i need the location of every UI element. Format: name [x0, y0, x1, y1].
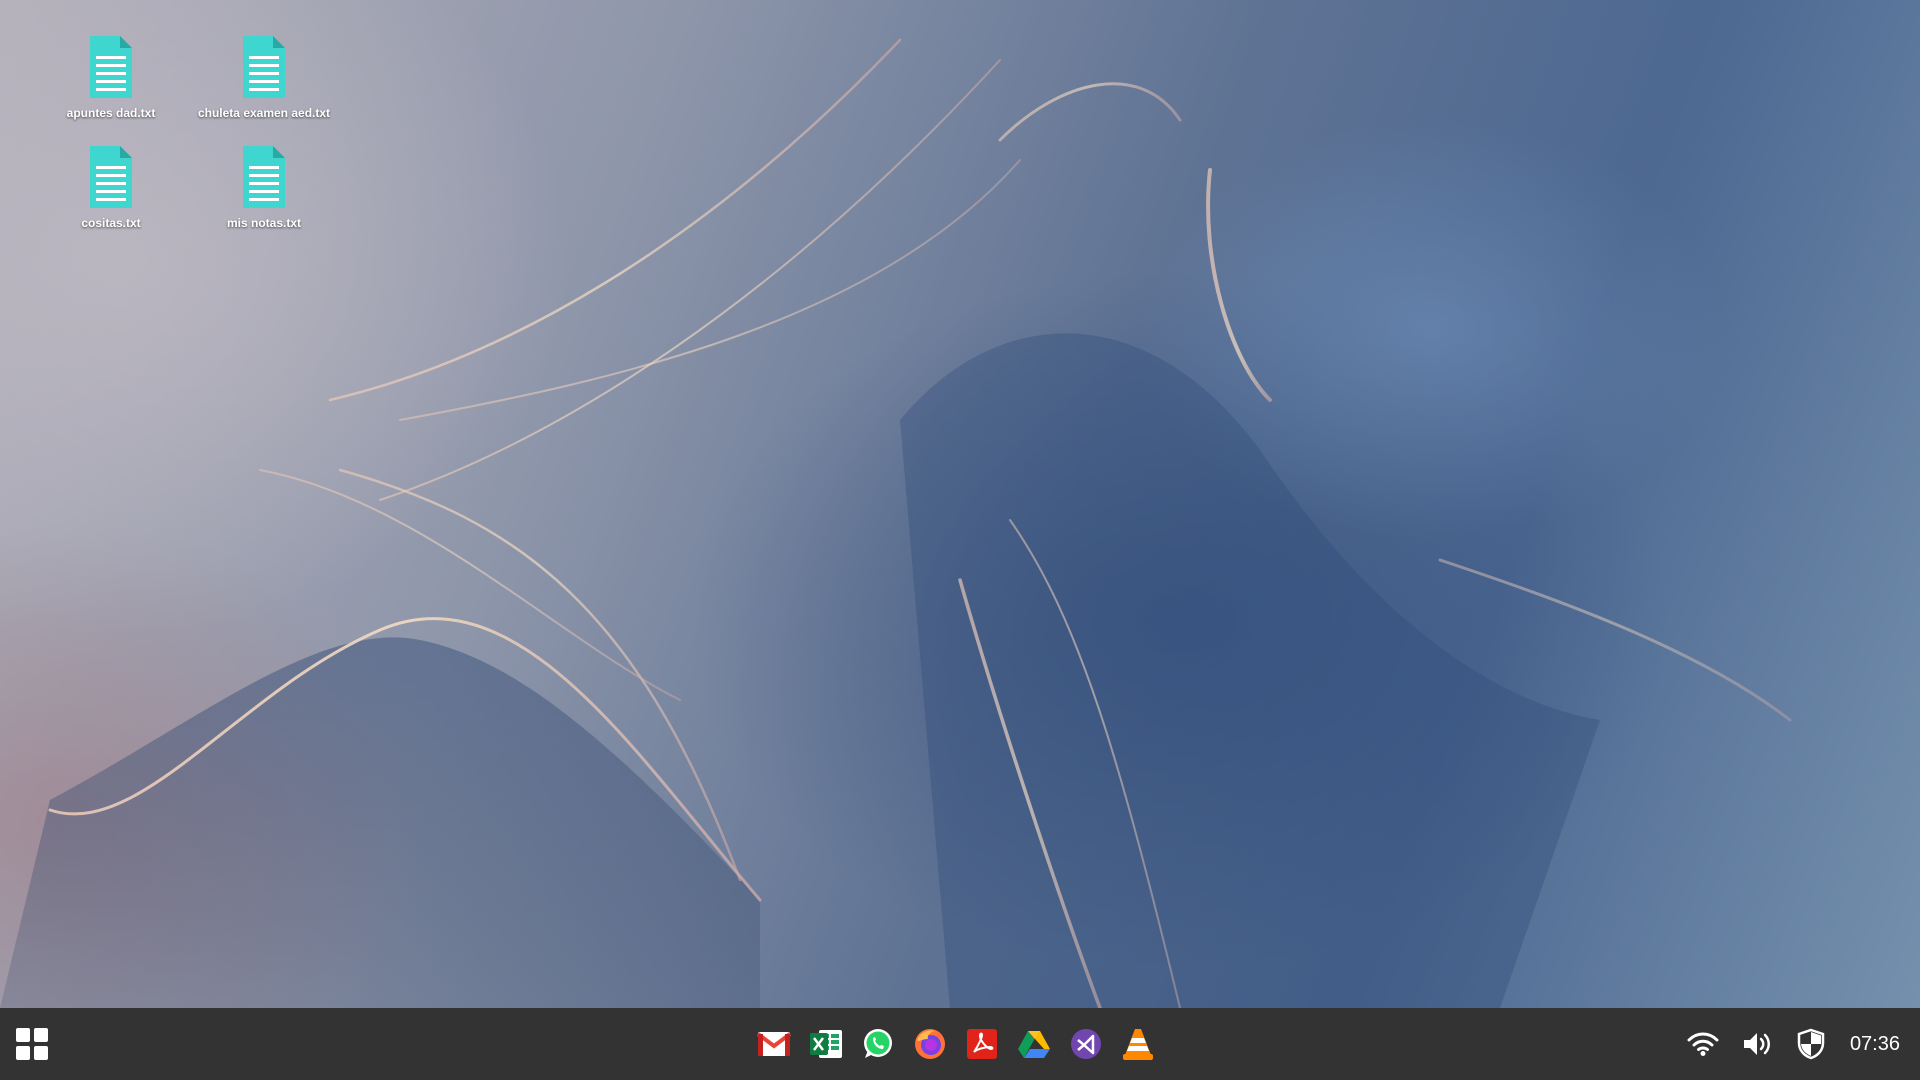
text-file-icon [243, 146, 285, 208]
gmail-icon [757, 1032, 791, 1056]
desktop-file-cositas[interactable]: cositas.txt [36, 140, 186, 240]
volume-button[interactable] [1740, 1027, 1774, 1061]
desktop-file-label: apuntes dad.txt [66, 106, 156, 120]
start-button[interactable] [14, 1026, 50, 1062]
whatsapp-icon [864, 1029, 892, 1058]
desktop-file-mis-notas[interactable]: mis notas.txt [189, 140, 339, 240]
firefox-icon [915, 1029, 945, 1059]
taskbar-app-vlc[interactable] [1120, 1026, 1156, 1062]
acrobat-icon [967, 1029, 997, 1059]
text-file-icon [243, 36, 285, 98]
wifi-button[interactable] [1686, 1027, 1720, 1061]
desktop-file-label: cositas.txt [81, 216, 141, 230]
vlc-icon [1123, 1029, 1153, 1060]
desktop-file-label: chuleta examen aed.txt [197, 106, 331, 120]
wifi-icon [1687, 1032, 1719, 1056]
security-button[interactable] [1794, 1027, 1828, 1061]
taskbar-app-google-drive[interactable] [1016, 1026, 1052, 1062]
taskbar-app-acrobat[interactable] [964, 1026, 1000, 1062]
visual-studio-icon [1071, 1029, 1101, 1059]
taskbar: 07:36 [0, 1008, 1920, 1080]
desktop-file-chuleta-examen-aed[interactable]: chuleta examen aed.txt [189, 30, 339, 130]
pinned-apps [756, 1022, 1156, 1066]
volume-icon [1743, 1033, 1770, 1055]
desktop-file-label: mis notas.txt [226, 216, 301, 230]
security-shield-icon [1797, 1028, 1825, 1060]
clock[interactable]: 07:36 [1850, 1033, 1900, 1056]
text-file-icon [90, 146, 132, 208]
taskbar-app-firefox[interactable] [912, 1026, 948, 1062]
desktop-file-apuntes-dad[interactable]: apuntes dad.txt [36, 30, 186, 130]
excel-icon [810, 1030, 842, 1058]
text-file-icon [90, 36, 132, 98]
system-tray: 07:36 [1686, 1008, 1900, 1080]
taskbar-app-gmail[interactable] [756, 1026, 792, 1062]
desktop: apuntes dad.txt chuleta examen aed.txt c… [0, 0, 1920, 1008]
windows-grid-icon [16, 1028, 48, 1060]
taskbar-app-excel[interactable] [808, 1026, 844, 1062]
google-drive-icon [1018, 1031, 1050, 1058]
taskbar-app-visual-studio[interactable] [1068, 1026, 1104, 1062]
taskbar-app-whatsapp[interactable] [860, 1026, 896, 1062]
